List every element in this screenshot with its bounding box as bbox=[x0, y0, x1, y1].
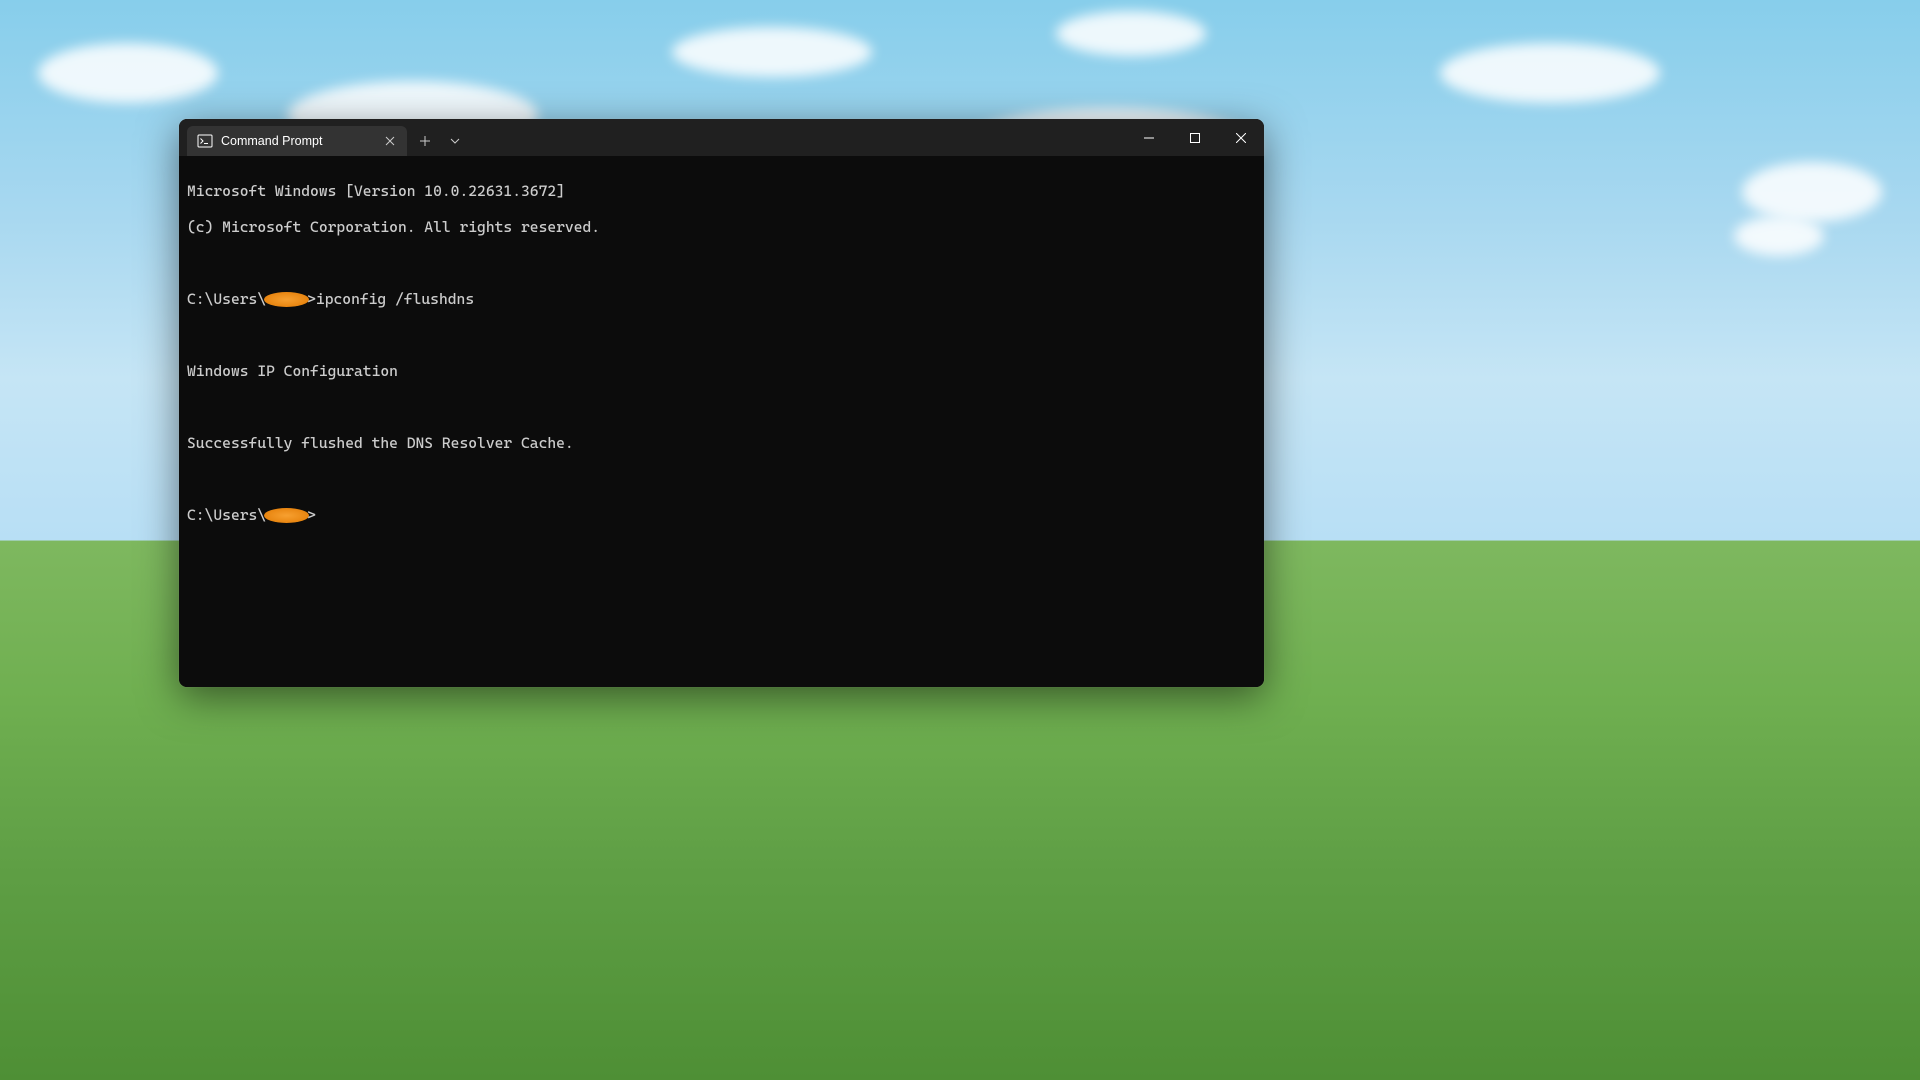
terminal-line bbox=[187, 254, 1256, 272]
prompt-prefix: C:\Users\ bbox=[187, 506, 266, 524]
terminal-line: Successfully flushed the DNS Resolver Ca… bbox=[187, 434, 1256, 452]
maximize-button[interactable] bbox=[1172, 119, 1218, 156]
redacted-username bbox=[264, 292, 309, 307]
terminal-prompt-line: C:\Users\ > bbox=[187, 506, 1256, 524]
terminal-line bbox=[187, 326, 1256, 344]
terminal-line: Windows IP Configuration bbox=[187, 362, 1256, 380]
prompt-suffix: > bbox=[307, 290, 316, 308]
command-text: ipconfig /flushdns bbox=[316, 290, 474, 308]
titlebar[interactable]: Command Prompt bbox=[179, 119, 1264, 156]
new-tab-button[interactable] bbox=[411, 127, 439, 155]
terminal-line bbox=[187, 398, 1256, 416]
terminal-prompt-line: C:\Users\ >ipconfig /flushdns bbox=[187, 290, 1256, 308]
terminal-output[interactable]: Microsoft Windows [Version 10.0.22631.36… bbox=[179, 156, 1264, 687]
terminal-line bbox=[187, 470, 1256, 488]
prompt-prefix: C:\Users\ bbox=[187, 290, 266, 308]
tab-title: Command Prompt bbox=[221, 134, 373, 148]
redacted-username bbox=[264, 508, 309, 523]
minimize-button[interactable] bbox=[1126, 119, 1172, 156]
terminal-window: Command Prompt Mic bbox=[179, 119, 1264, 687]
prompt-suffix: > bbox=[307, 506, 316, 524]
close-window-button[interactable] bbox=[1218, 119, 1264, 156]
terminal-line: (c) Microsoft Corporation. All rights re… bbox=[187, 218, 1256, 236]
tab-close-button[interactable] bbox=[381, 132, 399, 150]
terminal-line: Microsoft Windows [Version 10.0.22631.36… bbox=[187, 182, 1256, 200]
tab-dropdown-button[interactable] bbox=[441, 127, 469, 155]
command-prompt-icon bbox=[197, 133, 213, 149]
tab-command-prompt[interactable]: Command Prompt bbox=[187, 126, 407, 156]
